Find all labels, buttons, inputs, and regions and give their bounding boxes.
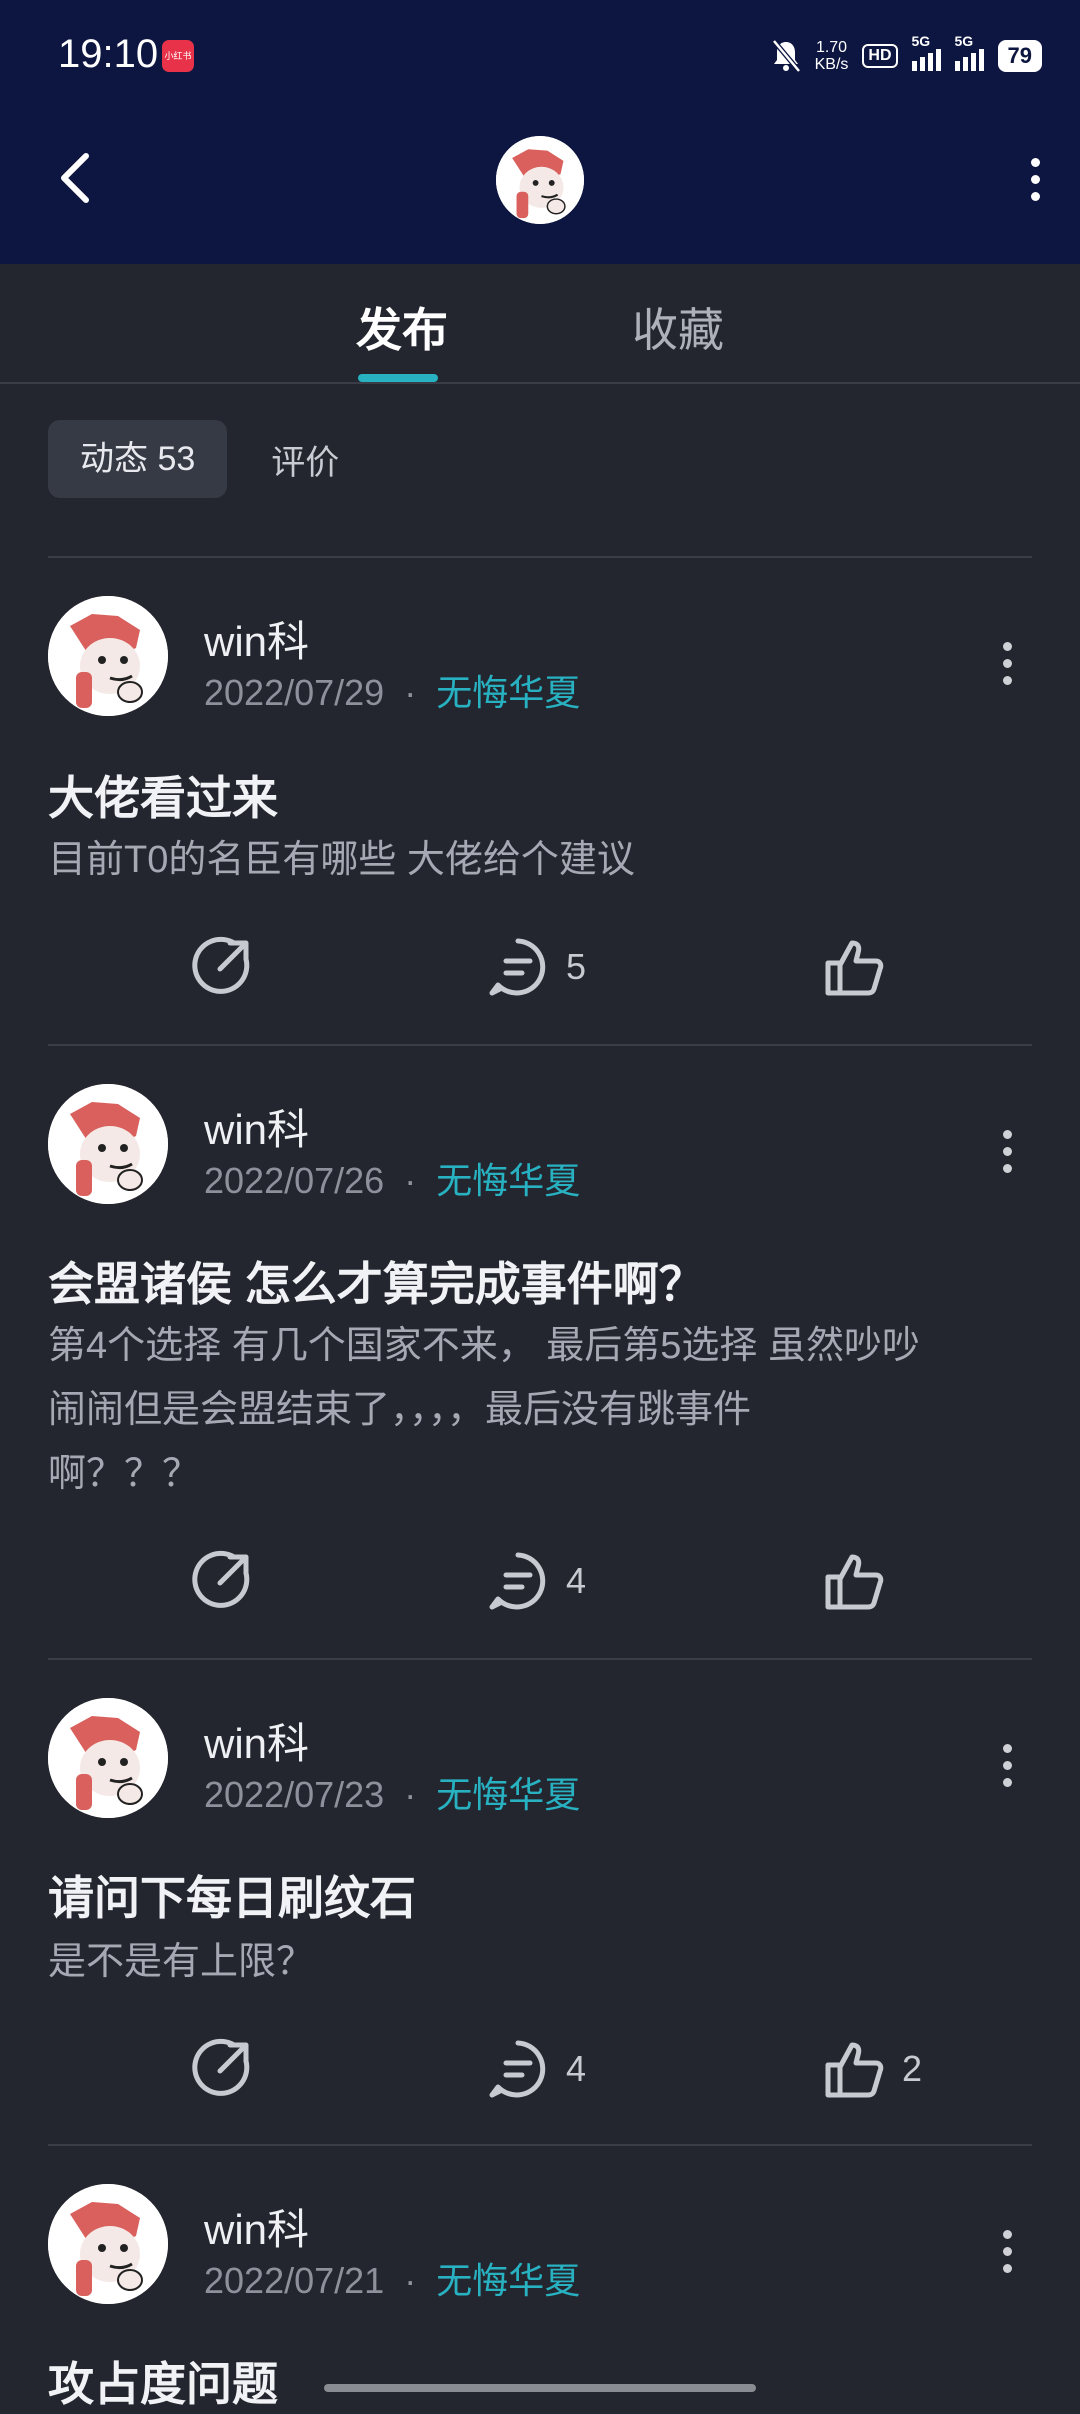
more-options-button[interactable]: [1010, 150, 1060, 208]
meta-separator: ·: [404, 1160, 417, 1201]
divider: [48, 1658, 1032, 1660]
post-title[interactable]: 会盟诸侯 怎么才算完成事件啊？: [48, 1248, 705, 1314]
avatar[interactable]: [48, 1698, 168, 1818]
post-meta: 2022/07/21 · 无悔华夏: [204, 2252, 580, 2304]
avatar-illustration-icon: [48, 1698, 168, 1818]
game-tag[interactable]: 无悔华夏: [436, 1774, 580, 1815]
post-date: 2022/07/26: [204, 1160, 385, 1201]
subtab-posts[interactable]: 动态 53: [48, 420, 228, 498]
author-name[interactable]: win科: [204, 1096, 309, 1157]
home-indicator[interactable]: [324, 2384, 756, 2392]
subtab-reviews[interactable]: 评价: [257, 435, 353, 484]
active-tab-indicator: [358, 374, 438, 382]
game-tag[interactable]: 无悔华夏: [436, 2260, 580, 2301]
post-title[interactable]: 请问下每日刷纹石: [48, 1862, 416, 1928]
thumbs-up-icon: [825, 940, 884, 996]
post-actions: 4: [0, 1546, 1080, 1616]
post-body-line: 闹闹但是会盟结束了，，，，最后没有跳事件: [48, 1389, 752, 1431]
share-button[interactable]: [190, 1546, 254, 1616]
post-date: 2022/07/23: [204, 1774, 385, 1815]
post-date: 2022/07/29: [204, 672, 385, 713]
meta-separator: ·: [404, 1774, 417, 1815]
post-more-button[interactable]: [992, 1126, 1022, 1176]
top-app-bar: 19:10 小红书 1.70 KB/s HD 5G 5G 79: [0, 0, 1080, 264]
status-bar: 19:10 小红书 1.70 KB/s HD 5G 5G 79: [0, 0, 1080, 110]
meta-separator: ·: [404, 672, 417, 713]
share-icon: [192, 1550, 250, 1608]
thumbs-up-icon: [825, 2042, 884, 2098]
chevron-left-icon: [61, 153, 89, 203]
post-meta: 2022/07/29 · 无悔华夏: [204, 664, 580, 716]
network-speed-unit: KB/s: [814, 56, 849, 73]
avatar-illustration-icon: [48, 596, 168, 716]
post-body[interactable]: 目前T0的名臣有哪些 大佬给个建议: [48, 828, 1038, 892]
hd-badge: HD: [862, 44, 898, 68]
share-icon: [192, 2038, 250, 2096]
author-name[interactable]: win科: [204, 2196, 309, 2257]
signal-5g-icon-1: 5G: [911, 33, 941, 71]
post-title[interactable]: 攻占度问题: [48, 2348, 278, 2414]
like-button[interactable]: [822, 1546, 902, 1616]
divider: [48, 1044, 1032, 1046]
sub-tabs: 动态 53 评价: [48, 420, 353, 498]
battery-indicator: 79: [997, 40, 1042, 72]
comment-button[interactable]: 4: [486, 1546, 586, 1616]
avatar[interactable]: [48, 2184, 168, 2304]
tab-publish[interactable]: 发布: [356, 294, 448, 360]
notification-app-icon: 小红书: [162, 40, 194, 72]
post-more-button[interactable]: [992, 638, 1022, 688]
signal-label-1: 5G: [911, 33, 931, 49]
network-speed: 1.70 KB/s: [815, 39, 849, 73]
post-actions: 5: [0, 932, 1080, 1002]
like-button[interactable]: [822, 932, 902, 1002]
comment-button[interactable]: 4: [486, 2034, 586, 2104]
back-button[interactable]: [52, 148, 102, 208]
comment-icon: [489, 2040, 546, 2098]
meta-separator: ·: [404, 2260, 417, 2301]
comment-icon: [489, 1552, 546, 1610]
post-date: 2022/07/21: [204, 2260, 385, 2301]
bell-muted-icon: [771, 39, 801, 73]
signal-5g-icon-2: 5G: [954, 33, 984, 71]
avatar-illustration-icon: [48, 1084, 168, 1204]
avatar[interactable]: [48, 596, 168, 716]
post-actions: 4 2: [0, 2034, 1080, 2104]
divider: [48, 2144, 1032, 2146]
signal-label-2: 5G: [954, 33, 974, 49]
post-more-button[interactable]: [992, 2226, 1022, 2276]
comment-button[interactable]: 5: [486, 932, 586, 1002]
comment-count: 4: [566, 1560, 587, 1601]
comment-count: 4: [566, 2048, 587, 2089]
game-tag[interactable]: 无悔华夏: [436, 1160, 580, 1201]
author-name[interactable]: win科: [204, 1710, 309, 1771]
author-name[interactable]: win科: [204, 608, 309, 669]
main-tabs: 发布 收藏: [0, 264, 1080, 384]
avatar-illustration-icon: [496, 136, 584, 224]
post-body[interactable]: 是不是有上限？: [48, 1930, 1038, 1994]
avatar-illustration-icon: [48, 2184, 168, 2304]
post-title[interactable]: 大佬看过来: [48, 762, 278, 828]
divider: [48, 556, 1032, 558]
post-more-button[interactable]: [992, 1740, 1022, 1790]
post-meta: 2022/07/23 · 无悔华夏: [204, 1766, 580, 1818]
like-button[interactable]: 2: [822, 2034, 922, 2104]
avatar[interactable]: [48, 1084, 168, 1204]
status-icons: 1.70 KB/s HD 5G 5G 79: [771, 33, 1042, 78]
share-button[interactable]: [190, 2034, 254, 2104]
share-button[interactable]: [190, 932, 254, 1002]
post-body-line: 第4个选择 有几个国家不来， 最后第5选择 虽然吵吵: [48, 1325, 920, 1367]
thumbs-up-icon: [825, 1554, 884, 1610]
status-time: 19:10: [58, 32, 159, 76]
network-speed-value: 1.70: [815, 39, 848, 56]
comment-count: 5: [566, 946, 587, 987]
comment-icon: [489, 938, 546, 996]
profile-avatar[interactable]: [496, 136, 584, 224]
tab-favorites[interactable]: 收藏: [632, 294, 724, 360]
game-tag[interactable]: 无悔华夏: [436, 672, 580, 713]
post-body[interactable]: 第4个选择 有几个国家不来， 最后第5选择 虽然吵吵 闹闹但是会盟结束了，，，，…: [48, 1314, 1038, 1506]
post-body-line: 啊？？？: [48, 1453, 201, 1495]
post-meta: 2022/07/26 · 无悔华夏: [204, 1152, 580, 1204]
like-count: 2: [902, 2048, 923, 2089]
share-icon: [192, 936, 250, 994]
